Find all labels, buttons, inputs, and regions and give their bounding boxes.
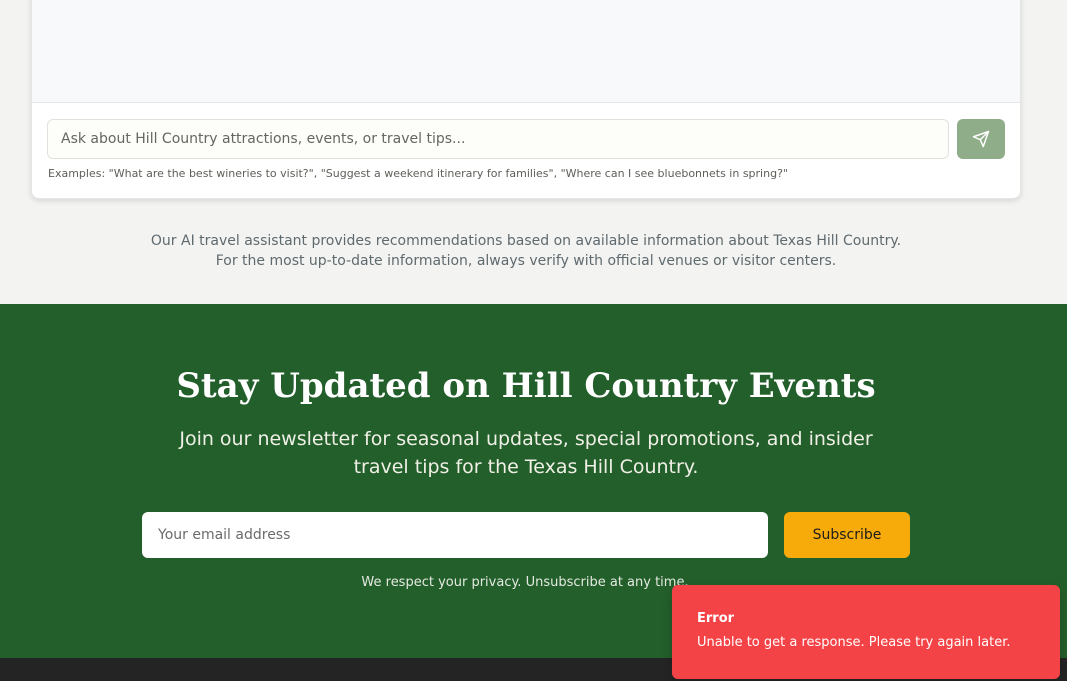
toast-title: Error bbox=[697, 611, 735, 626]
chat-examples: Examples: "What are the best wineries to… bbox=[48, 167, 788, 180]
send-icon bbox=[972, 130, 990, 148]
subscribe-button[interactable]: Subscribe bbox=[784, 512, 910, 558]
chat-input[interactable] bbox=[47, 119, 949, 159]
chat-panel: Examples: "What are the best wineries to… bbox=[31, 0, 1021, 199]
email-input[interactable] bbox=[142, 512, 768, 558]
chat-messages-area bbox=[32, 0, 1020, 103]
ai-disclaimer: Our AI travel assistant provides recomme… bbox=[0, 231, 1052, 271]
send-button[interactable] bbox=[957, 119, 1005, 159]
toast-message: Unable to get a response. Please try aga… bbox=[697, 635, 1011, 650]
disclaimer-line-1: Our AI travel assistant provides recomme… bbox=[150, 233, 902, 249]
error-toast[interactable]: Error Unable to get a response. Please t… bbox=[672, 585, 1060, 679]
newsletter-description: Join our newsletter for seasonal updates… bbox=[179, 428, 873, 478]
disclaimer-line-2: For the most up-to-date information, alw… bbox=[215, 253, 837, 269]
newsletter-title: Stay Updated on Hill Country Events bbox=[176, 366, 876, 406]
